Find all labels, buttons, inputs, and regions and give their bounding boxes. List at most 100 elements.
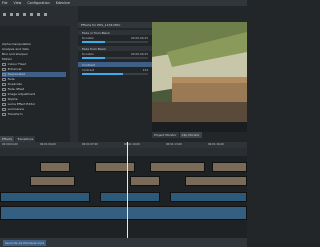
timeline-tracks [0,156,247,238]
effect-stack: Effects for PDS_1234.MOV Fade in from Bl… [78,22,152,142]
effect-category-label: Luma Effect Editor [7,102,36,107]
ruler-mark: 00:00:04,00 [2,142,18,146]
effect-category-label: Alpha manipulation [2,42,32,47]
menu-kdenlive[interactable]: Kdenlive [56,1,70,5]
save-project-icon[interactable] [16,13,19,16]
cut-icon[interactable] [37,13,40,16]
effect-row[interactable]: Fade from Black [78,46,152,51]
video-clip[interactable] [130,176,160,186]
param-label: Duration [82,52,95,56]
effect-category[interactable]: Fade offset [2,87,66,92]
effect-category-label: Luminance [7,107,25,112]
effect-category[interactable]: Colour Fixed [2,62,66,67]
tab-clip-monitor[interactable]: Clip Monitor [179,132,202,138]
video-clip[interactable] [30,176,75,186]
status-clip-name: Seconds de Montana.mp4 [3,239,47,246]
param-label: Duration [82,36,95,40]
effect-icon [2,92,6,97]
audio-clip[interactable] [170,192,247,202]
render-icon[interactable] [44,13,47,16]
status-bar: Seconds de Montana.mp4 [0,238,247,247]
effect-category-label: Fade [7,77,15,82]
effect-category[interactable]: Stylize [2,97,66,102]
ruler-mark: 00:01:16,00 [208,142,224,146]
effect-icon [2,102,6,107]
effect-category-label: Stylize [7,97,18,102]
effect-category-label: Transform [7,112,23,117]
ruler-mark: 00:01:04,00 [40,142,56,146]
undo-icon[interactable] [23,13,26,16]
monitor-frame [152,22,247,132]
effect-icon [2,107,6,112]
effect-category-label: Image Adjustment [7,92,36,97]
video-clip[interactable] [185,176,247,186]
effect-category[interactable]: Motion [2,57,66,62]
audio-clip[interactable] [0,192,90,202]
param-value[interactable]: 00:00:00,25 [131,36,148,40]
video-clip[interactable] [212,162,247,172]
tab-project-monitor[interactable]: Project Monitor [152,132,179,138]
effect-category-label: Fade offset [7,87,25,92]
audio-track-waveform[interactable] [0,206,247,220]
effect-category-label: Blur and sharpen [2,52,28,57]
playhead[interactable] [127,142,128,238]
effect-icon [2,72,6,77]
video-clip[interactable] [40,162,70,172]
effect-category-label: Analysis and data [2,47,29,52]
effect-row[interactable]: Fade in from Black [78,30,152,35]
param-value[interactable]: 00:00:00,25 [131,52,148,56]
effect-category[interactable]: Blur and sharpen [2,52,66,57]
ruler-mark: 00:01:07,00 [82,142,98,146]
effect-icon [2,77,6,82]
param-slider[interactable] [82,57,148,59]
effect-icon [2,87,6,92]
video-clip[interactable] [150,162,205,172]
ruler-mark: 00:01:13,00 [166,142,182,146]
menu-view[interactable]: View [14,1,22,5]
panel-splitter[interactable] [70,24,78,144]
param-value[interactable]: 134 [143,68,148,72]
video-monitor[interactable] [152,22,247,132]
effect-category[interactable]: Luminance [2,107,66,112]
effect-category-label: Motion [2,57,13,62]
effect-row-selected[interactable]: Contrast [78,62,152,67]
audio-clip[interactable] [100,192,160,202]
effect-label: Contrast [82,62,95,67]
effect-category[interactable]: Alpha manipulation [2,42,66,47]
effect-label: Fade from Black [82,46,107,51]
effect-param: Duration 00:00:00,25 [80,52,150,56]
timeline-toolbar [0,148,247,156]
effect-icon [2,112,6,117]
effects-list: Alpha manipulation Analysis and data Blu… [0,40,68,132]
effect-category[interactable]: Analysis and data [2,47,66,52]
effect-category-label: Duplicate [7,82,22,87]
new-project-icon[interactable] [3,13,6,16]
effect-param: Duration 00:00:00,25 [80,36,150,40]
effect-category[interactable]: Duplicate [2,82,66,87]
effect-stack-title: Effects for PDS_1234.MOV [78,22,152,28]
effect-category[interactable]: Luma Effect Editor [2,102,66,107]
monitor-tabs: Project Monitor Clip Monitor [152,132,202,138]
menu-file[interactable]: File [2,1,8,5]
redo-icon[interactable] [30,13,33,16]
param-slider[interactable] [82,41,148,43]
effect-category-selected[interactable]: Deprecated [2,72,66,77]
menu-configuration[interactable]: Configuration [27,1,49,5]
effect-category-label: Colour Fixed [7,62,27,67]
effect-icon [2,67,6,72]
video-clip[interactable] [95,162,135,172]
main-toolbar [0,6,78,26]
effect-category-label: Enhancer [7,67,22,72]
effect-icon [2,97,6,102]
effect-param: Contrast 134 [80,68,150,72]
effect-category[interactable]: Fade [2,77,66,82]
param-label: Contrast [82,68,94,72]
effect-label: Fade in from Black [82,30,110,35]
effect-category-label: Deprecated [7,72,26,77]
open-project-icon[interactable] [10,13,13,16]
param-slider[interactable] [82,73,148,75]
effect-category[interactable]: Image Adjustment [2,92,66,97]
effect-category[interactable]: Enhancer [2,67,66,72]
effect-icon [2,82,6,87]
effect-category[interactable]: Transform [2,112,66,117]
